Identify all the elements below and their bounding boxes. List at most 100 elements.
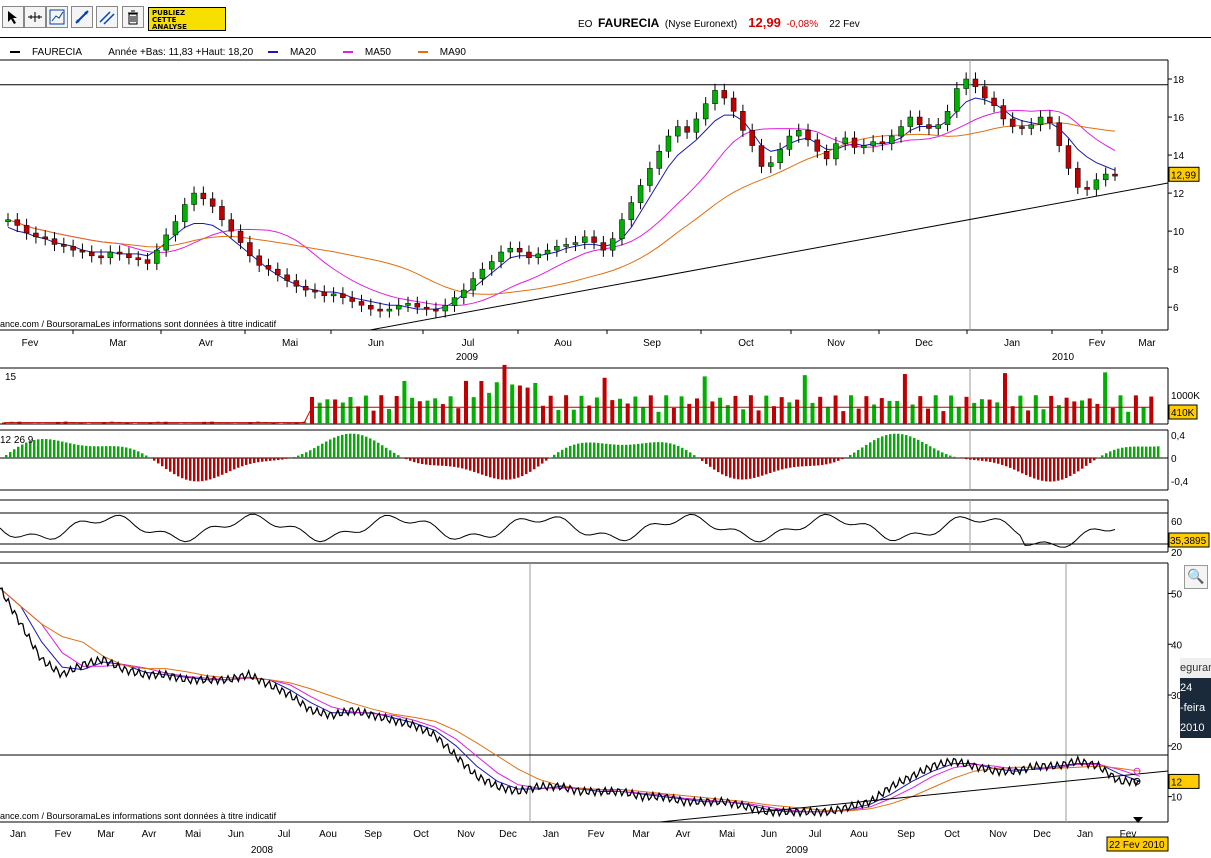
x-tick-label: Sep	[897, 829, 915, 840]
volume-bar	[795, 399, 800, 424]
macd-bar	[253, 458, 256, 463]
copyright-text-1: ance.com / BoursoramaLes informations so…	[0, 319, 277, 329]
volume-bar	[40, 423, 45, 424]
macd-bar	[785, 458, 788, 469]
macd-bar	[29, 441, 32, 458]
macd-bar	[17, 446, 20, 458]
x-tick-label: Sep	[643, 338, 661, 349]
x-tick-label: Oct	[413, 829, 429, 840]
volume-bar	[410, 397, 415, 424]
trendline-icon[interactable]	[71, 6, 93, 28]
y-tick-label: 16	[1173, 113, 1185, 124]
volume-bar	[55, 421, 60, 424]
macd-bar	[993, 458, 996, 463]
macd-bar	[833, 458, 836, 463]
candle	[888, 135, 895, 144]
macd-bar	[1105, 453, 1108, 458]
candle	[544, 249, 551, 255]
zoom-icon[interactable]: 🔍	[1184, 565, 1208, 589]
quote-code: EO	[578, 19, 593, 30]
volume-bar	[32, 423, 37, 424]
macd-bar	[1129, 446, 1132, 458]
macd-bar	[477, 458, 480, 474]
price-tag-label: 12,99	[1171, 170, 1196, 181]
macd-bar	[69, 443, 72, 458]
macd-bar	[797, 458, 800, 467]
macd-bar	[849, 454, 852, 458]
candle	[665, 135, 672, 152]
indicator-icon[interactable]	[46, 6, 68, 28]
macd-bar	[709, 458, 712, 467]
candle	[954, 88, 960, 112]
volume-bar	[248, 422, 253, 424]
macd-bar	[725, 458, 728, 477]
macd-bar	[1137, 446, 1140, 458]
legend-ma50: MA50	[342, 47, 403, 58]
chart-canvas[interactable]: 18 16 14 12 10 8 6 Fev Mar Avr Mai Jun Jul Aou Sep Oct N…	[0, 0, 1211, 858]
rsi-tag-label: 35,3895	[1170, 536, 1207, 547]
macd-bar	[913, 437, 916, 458]
volume-bar	[872, 404, 877, 424]
volume-bar	[1064, 397, 1069, 424]
candle	[79, 249, 86, 253]
macd-bar	[845, 457, 848, 458]
macd-bar	[337, 436, 340, 458]
volume-bar	[487, 392, 492, 424]
macd-bar	[597, 442, 600, 458]
macd-bar	[437, 458, 440, 466]
macd-bar	[1093, 458, 1096, 461]
volume-bar	[648, 395, 653, 424]
macd-bar	[773, 458, 776, 472]
macd-bar	[277, 458, 280, 461]
macd-bar	[969, 458, 972, 460]
candle	[498, 251, 504, 262]
volume-tag-label: 410K	[1171, 408, 1195, 419]
candle	[349, 297, 355, 302]
candle	[693, 118, 700, 133]
volume-bar	[1049, 395, 1054, 424]
volume-bar	[825, 406, 830, 424]
candle	[1112, 173, 1118, 177]
macd-bar	[653, 442, 656, 458]
quote-market: (Nyse Euronext)	[664, 19, 738, 30]
publish-analysis-button[interactable]: PUBLIEZ CETTE ANALYSE	[148, 7, 226, 31]
crosshair-icon[interactable]	[24, 6, 46, 28]
x-tick-label: Jun	[228, 829, 244, 840]
macd-bar	[133, 449, 136, 458]
macd-bar	[861, 447, 864, 458]
quote-change: -0,08%	[786, 19, 819, 30]
macd-bar	[1125, 447, 1128, 458]
cursor-icon[interactable]	[2, 6, 24, 28]
macd-bar	[1065, 458, 1068, 479]
candle	[944, 111, 951, 125]
volume-bar	[379, 395, 384, 424]
volume-bar	[256, 421, 261, 424]
macd-bar	[9, 452, 12, 458]
macd-bar	[1081, 458, 1084, 469]
trash-icon[interactable]	[122, 6, 144, 28]
candle	[1084, 187, 1090, 190]
macd-bar	[1141, 446, 1144, 458]
candle	[61, 244, 67, 247]
macd-bar	[329, 439, 332, 458]
volume-bar	[517, 385, 522, 424]
y-tick-label: 20	[1171, 548, 1183, 559]
volume-bar	[186, 423, 191, 424]
macd-bar	[201, 458, 204, 482]
volume-bar	[725, 405, 730, 424]
macd-bar	[457, 458, 460, 468]
ma50-line	[0, 588, 1141, 813]
copyright-text-2: ance.com / BoursoramaLes informations so…	[0, 811, 277, 821]
macd-bar	[769, 458, 772, 473]
volume-bar	[718, 397, 723, 424]
x-tick-label: Aou	[850, 829, 868, 840]
macd-bar	[873, 440, 876, 458]
macd-bar	[1021, 458, 1024, 474]
candle	[414, 303, 421, 308]
candle	[554, 246, 560, 251]
channel-icon[interactable]	[96, 6, 118, 28]
macd-bar	[693, 455, 696, 458]
macd-bar	[237, 458, 240, 468]
macd-bar	[109, 446, 112, 458]
macd-bar	[537, 458, 540, 467]
